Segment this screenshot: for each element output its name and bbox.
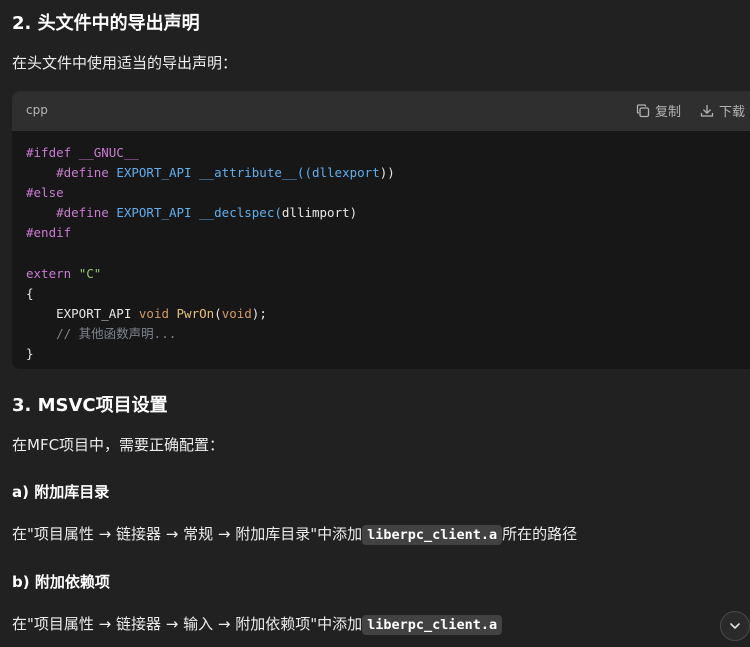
subsection-b-text: 在"项目属性 → 链接器 → 输入 → 附加依赖项"中添加 liberpc_cli…: [12, 613, 503, 635]
subsection-a-heading: a) 附加库目录: [12, 483, 110, 501]
code-comment: // 其他函数声明...: [26, 325, 177, 341]
section-3-intro: 在MFC项目中，需要正确配置：: [12, 436, 225, 454]
code-token: EXPORT_API: [26, 305, 139, 321]
code-token: )): [379, 165, 395, 181]
section-3-heading: 3. MSVC项目设置: [12, 395, 168, 416]
code-content[interactable]: #ifdef __GNUC__ #define EXPORT_API __att…: [26, 143, 395, 364]
code-token: void: [138, 305, 169, 321]
copy-label: 复制: [655, 105, 682, 120]
code-token: #endif: [26, 225, 72, 241]
code-token: (: [214, 305, 222, 321]
code-token: );: [251, 305, 267, 321]
code-token: PwrOn: [169, 305, 215, 321]
code-token: #else: [26, 185, 64, 201]
chevron-down-icon: [730, 623, 740, 629]
code-token: EXPORT_API __declspec(: [116, 205, 282, 221]
code-token: extern: [26, 265, 79, 281]
section-2-heading: 2. 头文件中的导出声明: [12, 13, 200, 34]
chat-response: 2. 头文件中的导出声明 在头文件中使用适当的导出声明： cpp 复制 下载 #…: [0, 0, 750, 647]
inline-code-lib: liberpc_client.a: [362, 525, 503, 545]
download-label: 下载: [719, 105, 746, 120]
copy-code-button[interactable]: 复制: [636, 101, 681, 120]
code-block-header: cpp 复制 下载: [12, 91, 750, 131]
code-token: #ifdef __GNUC__: [26, 145, 139, 160]
code-token: EXPORT_API __attribute__((: [116, 165, 312, 181]
inline-code-lib: liberpc_client.a: [362, 615, 503, 635]
download-icon: [700, 104, 714, 117]
code-token: "C": [78, 265, 102, 281]
subsection-a-text-after: 所在的路径: [502, 525, 578, 543]
download-code-button[interactable]: 下载: [700, 101, 745, 120]
code-token: ): [349, 205, 358, 221]
code-token: dllimport: [281, 205, 350, 221]
subsection-a-text-before: 在"项目属性 → 链接器 → 常规 → 附加库目录"中添加: [12, 525, 363, 543]
code-token: }: [26, 345, 34, 361]
code-language-label: cpp: [26, 103, 48, 117]
code-token: dllexport: [311, 165, 380, 181]
subsection-b-text-before: 在"项目属性 → 链接器 → 输入 → 附加依赖项"中添加: [12, 615, 363, 633]
section-2-intro: 在头文件中使用适当的导出声明：: [12, 54, 238, 72]
subsection-b-heading: b) 附加依赖项: [12, 573, 110, 591]
code-token: #define: [26, 165, 117, 181]
code-block: cpp 复制 下载 #ifdef __GNUC__ #define EXPORT…: [12, 91, 750, 369]
scroll-to-bottom-button[interactable]: [720, 611, 750, 641]
code-token: void: [221, 305, 252, 321]
subsection-a-text: 在"项目属性 → 链接器 → 常规 → 附加库目录"中添加 liberpc_cli…: [12, 523, 578, 545]
code-token: {: [26, 285, 34, 301]
code-token: #define: [26, 205, 117, 221]
copy-icon: [636, 103, 650, 117]
